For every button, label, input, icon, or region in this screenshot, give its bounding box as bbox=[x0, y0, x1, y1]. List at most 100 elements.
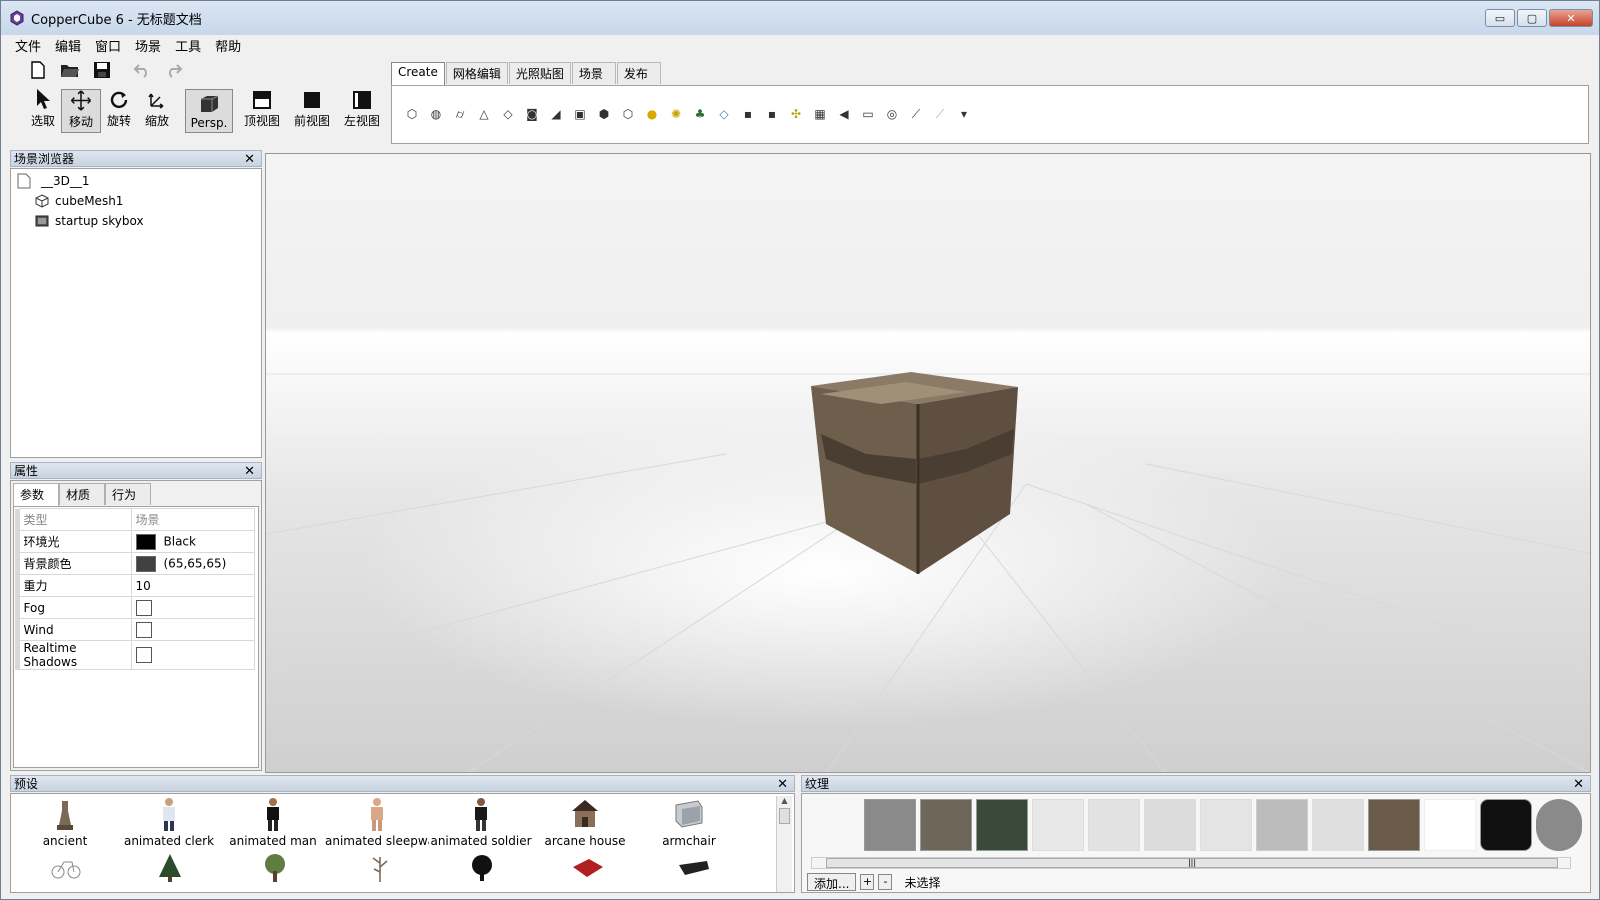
color-swatch[interactable] bbox=[135, 533, 156, 550]
left-view-button[interactable]: 左视图 bbox=[339, 87, 385, 131]
texture-thumb[interactable] bbox=[1424, 799, 1476, 851]
scroll-thumb[interactable]: ||| bbox=[826, 858, 1558, 868]
top-view-button[interactable]: 顶视图 bbox=[239, 87, 285, 131]
plane-icon[interactable]: ◇ bbox=[498, 104, 518, 124]
tab-publish[interactable]: 发布 bbox=[616, 62, 661, 84]
open-folder-icon[interactable] bbox=[59, 59, 81, 81]
menu-tools[interactable]: 工具 bbox=[169, 36, 207, 55]
realtime-shadows-checkbox[interactable] bbox=[135, 647, 152, 663]
camera-icon[interactable]: ◙ bbox=[522, 104, 542, 124]
redo-icon[interactable] bbox=[163, 59, 185, 81]
dark-object-icon[interactable] bbox=[677, 857, 711, 884]
fog-checkbox[interactable] bbox=[135, 599, 152, 616]
sound-icon[interactable]: ◀ bbox=[834, 104, 854, 124]
property-row[interactable]: 背景颜色 (65,65,65) bbox=[15, 552, 255, 575]
menu-window[interactable]: 窗口 bbox=[89, 36, 127, 55]
texture-thumb[interactable] bbox=[1256, 799, 1308, 851]
scale-tool-button[interactable]: 缩放 bbox=[137, 87, 177, 131]
particles-icon[interactable]: ✺ bbox=[666, 104, 686, 124]
texture-thumb[interactable] bbox=[864, 799, 916, 851]
red-carpet-icon[interactable] bbox=[571, 857, 605, 884]
property-row[interactable]: Realtime Shadows bbox=[15, 640, 255, 670]
3d-text-icon[interactable]: ◎ bbox=[882, 104, 902, 124]
box-icon[interactable]: ⬡ bbox=[618, 104, 638, 124]
dark-plant-icon[interactable] bbox=[467, 853, 497, 886]
add-texture-button[interactable]: 添加... bbox=[807, 873, 857, 891]
b2-icon[interactable]: ▪ bbox=[762, 104, 782, 124]
save-icon[interactable] bbox=[91, 59, 113, 81]
preset-item[interactable]: animated man bbox=[221, 797, 325, 848]
property-row[interactable]: Wind bbox=[15, 618, 255, 641]
preset-item[interactable]: animated soldier bbox=[429, 797, 533, 848]
cylinder-icon[interactable]: ⌭ bbox=[450, 104, 470, 124]
remove-button[interactable]: - bbox=[878, 874, 893, 890]
property-row[interactable]: 重力 10 bbox=[15, 574, 255, 597]
tree-node-root[interactable]: __3D__1 bbox=[13, 171, 261, 191]
maximize-button[interactable]: ▢ bbox=[1517, 9, 1547, 27]
texture-thumb[interactable] bbox=[1032, 799, 1084, 851]
tab-material[interactable]: 材质 bbox=[59, 483, 105, 505]
mesh-icon[interactable]: ⬢ bbox=[594, 104, 614, 124]
preset-item[interactable]: animated clerk bbox=[117, 797, 221, 848]
b-icon[interactable]: ▪ bbox=[738, 104, 758, 124]
new-file-icon[interactable] bbox=[27, 59, 49, 81]
tab-lightmap[interactable]: 光照贴图 bbox=[508, 62, 571, 84]
menu-edit[interactable]: 编辑 bbox=[49, 36, 87, 55]
tab-scene[interactable]: 场景 bbox=[571, 62, 616, 84]
sphere-icon[interactable]: ◍ bbox=[426, 104, 446, 124]
gravity-input[interactable]: 10 bbox=[130, 574, 255, 597]
texture-thumb[interactable] bbox=[1480, 799, 1532, 851]
path-node-icon[interactable]: ⟋ bbox=[930, 104, 950, 124]
tab-parameters[interactable]: 参数 bbox=[13, 483, 59, 506]
path-icon[interactable]: ✣ bbox=[786, 104, 806, 124]
close-icon[interactable]: ✕ bbox=[244, 463, 255, 480]
2d-overlay-icon[interactable]: ▭ bbox=[858, 104, 878, 124]
tree-node-cubemesh[interactable]: cubeMesh1 bbox=[13, 191, 261, 211]
close-icon[interactable]: ✕ bbox=[777, 776, 788, 793]
undo-icon[interactable] bbox=[131, 59, 153, 81]
tree-node-skybox[interactable]: startup skybox bbox=[13, 211, 261, 231]
tab-mesh-edit[interactable]: 网格编辑 bbox=[445, 62, 508, 84]
preset-item[interactable]: arcane house bbox=[533, 797, 637, 848]
minimize-button[interactable]: ▭ bbox=[1485, 9, 1515, 27]
menu-help[interactable]: 帮助 bbox=[209, 36, 247, 55]
pine-tree-icon[interactable] bbox=[157, 853, 183, 886]
wind-checkbox[interactable] bbox=[135, 621, 152, 638]
texture-thumb[interactable] bbox=[1368, 799, 1420, 851]
scroll-up-icon[interactable]: ▲ bbox=[777, 796, 792, 805]
menu-scene[interactable]: 场景 bbox=[129, 36, 167, 55]
texture-thumb[interactable] bbox=[976, 799, 1028, 851]
tab-create[interactable]: Create bbox=[391, 62, 445, 85]
texture-thumb[interactable] bbox=[920, 799, 972, 851]
light-icon[interactable]: ● bbox=[642, 104, 662, 124]
preset-item[interactable]: animated sleepwalker bbox=[325, 797, 429, 848]
line-icon[interactable]: ⟋ bbox=[906, 104, 926, 124]
water-icon[interactable]: ◇ bbox=[714, 104, 734, 124]
bicycle-icon[interactable] bbox=[51, 854, 81, 883]
texture-thumb[interactable] bbox=[1088, 799, 1140, 851]
color-swatch[interactable] bbox=[135, 555, 156, 572]
close-icon[interactable]: ✕ bbox=[244, 151, 255, 168]
rotate-tool-button[interactable]: 旋转 bbox=[99, 87, 139, 131]
preset-item[interactable]: armchair bbox=[637, 797, 741, 848]
cone-icon[interactable]: △ bbox=[474, 104, 494, 124]
perspective-view-button[interactable]: Persp. bbox=[185, 89, 233, 133]
tree-icon[interactable] bbox=[259, 853, 291, 886]
add-button[interactable]: + bbox=[860, 874, 875, 890]
preset-item[interactable]: ancient bbox=[13, 797, 117, 848]
background-color-value[interactable]: (65,65,65) bbox=[130, 552, 255, 575]
bare-tree-icon[interactable] bbox=[367, 853, 393, 886]
scroll-thumb[interactable] bbox=[779, 808, 790, 824]
menu-file[interactable]: 文件 bbox=[9, 36, 47, 55]
texture-thumb[interactable] bbox=[1312, 799, 1364, 851]
texture-thumb[interactable] bbox=[1144, 799, 1196, 851]
more-dropdown-icon[interactable]: ▾ bbox=[954, 104, 974, 124]
presets-scrollbar[interactable]: ▲ bbox=[776, 796, 792, 892]
front-view-button[interactable]: 前视图 bbox=[289, 87, 335, 131]
close-window-button[interactable]: ✕ bbox=[1549, 9, 1593, 27]
terrain-icon[interactable]: ◢ bbox=[546, 104, 566, 124]
ambient-light-value[interactable]: Black bbox=[130, 530, 255, 553]
property-row[interactable]: 环境光 Black bbox=[15, 530, 255, 553]
close-icon[interactable]: ✕ bbox=[1573, 776, 1584, 793]
billboard-icon[interactable]: ▣ bbox=[570, 104, 590, 124]
